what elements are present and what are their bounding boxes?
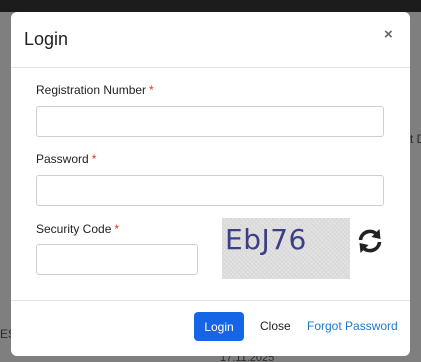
required-mark: * [149,83,154,97]
captcha-text: EbJ76 [225,223,307,256]
forgot-password-link[interactable]: Forgot Password [307,319,398,333]
security-code-label-text: Security Code [36,222,112,236]
security-code-input[interactable] [36,244,198,275]
password-label: Password * [36,152,96,166]
registration-number-label-text: Registration Number [36,83,147,97]
registration-number-input[interactable] [36,106,384,137]
top-bar [0,0,421,12]
required-mark: * [114,222,120,236]
login-modal: Login × Registration Number * Password * S… [11,12,410,356]
security-code-label: Security Code * [36,222,119,236]
close-icon[interactable]: × [384,26,393,43]
close-button[interactable]: Close [260,319,291,333]
required-mark: * [91,152,97,166]
refresh-icon-graphic [358,229,382,253]
captcha-image: EbJ76 [222,218,350,279]
login-button[interactable]: Login [194,312,244,341]
modal-title: Login [24,29,69,49]
modal-header: Login × [11,12,410,68]
modal-footer: Login Close Forgot Password [11,300,410,356]
password-input[interactable] [36,175,384,206]
password-label-text: Password [36,152,89,166]
registration-number-label: Registration Number * [36,83,154,97]
background-text: t D [410,132,421,146]
refresh-icon[interactable] [356,227,384,260]
